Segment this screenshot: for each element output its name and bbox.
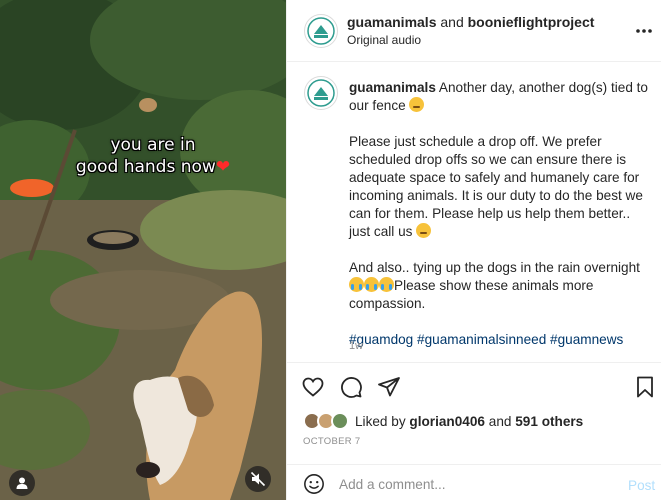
caption-line-2: good hands now❤ (58, 156, 248, 178)
post-date[interactable]: OCTOBER 7 (303, 436, 360, 447)
speaker-muted-icon (250, 471, 266, 487)
guamanimals-logo-icon (307, 79, 335, 107)
caption-avatar[interactable] (304, 76, 338, 110)
likes-count-link[interactable]: 591 others (515, 414, 583, 429)
caption-line-1: you are in (110, 135, 196, 155)
save-button[interactable] (633, 375, 657, 399)
liked-by-prefix: Liked by (355, 414, 406, 429)
mute-button[interactable] (245, 466, 271, 492)
caption-line-2-text: good hands now (75, 157, 216, 177)
account-link-boonieflightproject[interactable]: boonieflightproject (468, 14, 595, 30)
caption-paragraph-2: Please just schedule a drop off. We pref… (349, 133, 649, 241)
likes-text: Liked by glorian0406 and 591 others (355, 414, 583, 429)
caption-paragraph-3-start: And also.. tying up the dogs in the rain… (349, 260, 640, 275)
caption-timestamp[interactable]: 1w (349, 340, 363, 352)
post-caption: guamanimals Another day, another dog(s) … (349, 79, 649, 367)
comment-icon (341, 377, 362, 398)
hugging-face-emoji-icon (416, 223, 432, 238)
likes-summary: Liked by glorian0406 and 591 others (303, 410, 653, 432)
action-bar (287, 362, 661, 408)
caption-paragraph-2-text: Please just schedule a drop off. We pref… (349, 134, 643, 239)
comment-input[interactable] (339, 474, 589, 494)
tagged-users-button[interactable] (9, 470, 35, 496)
caption-paragraph-3: And also.. tying up the dogs in the rain… (349, 259, 649, 313)
caption-paragraph-1: guamanimals Another day, another dog(s) … (349, 79, 649, 115)
post-comment-button[interactable]: Post (628, 478, 655, 493)
more-options-button[interactable] (635, 22, 653, 40)
guamanimals-logo-icon (307, 17, 335, 45)
heart-emoji-icon: ❤ (215, 157, 231, 177)
caption-username[interactable]: guamanimals (349, 80, 436, 95)
add-comment-bar: Post (287, 464, 661, 500)
post-details-panel: guamanimals and boonieflightproject Orig… (286, 0, 661, 500)
account-link-guamanimals[interactable]: guamanimals (347, 14, 436, 30)
post-caption-area: guamanimals Another day, another dog(s) … (287, 62, 661, 362)
share-button[interactable] (377, 375, 401, 399)
crying-face-emoji-icon (349, 277, 364, 292)
reel-video[interactable]: you are in good hands now❤ (0, 0, 286, 500)
video-frame-scene (0, 0, 286, 500)
post-header: guamanimals and boonieflightproject Orig… (287, 0, 661, 62)
liker-avatar[interactable] (331, 412, 349, 430)
header-accounts: guamanimals and boonieflightproject (347, 14, 594, 30)
header-avatar[interactable] (304, 14, 338, 48)
emoji-picker-button[interactable] (303, 473, 325, 495)
comment-button[interactable] (339, 375, 363, 399)
header-and-text: and (440, 14, 464, 30)
crying-face-emoji-icon (379, 277, 394, 292)
liker-username-link[interactable]: glorian0406 (409, 414, 485, 429)
sad-face-emoji-icon (409, 97, 425, 112)
likes-and-text: and (488, 414, 512, 429)
original-audio-link[interactable]: Original audio (347, 33, 421, 47)
crying-face-emoji-icon (364, 277, 379, 292)
liker-avatars (303, 412, 353, 432)
video-caption: you are in good hands now❤ (58, 134, 248, 178)
heart-icon (302, 377, 324, 397)
bookmark-icon (637, 376, 653, 398)
caption-hashtags[interactable]: #guamdog #guamanimalsinneed #guamnews (349, 331, 649, 349)
smiley-icon (304, 474, 324, 494)
more-horizontal-icon (636, 29, 652, 33)
person-icon (16, 477, 28, 489)
like-button[interactable] (301, 375, 325, 399)
share-icon (378, 377, 400, 397)
